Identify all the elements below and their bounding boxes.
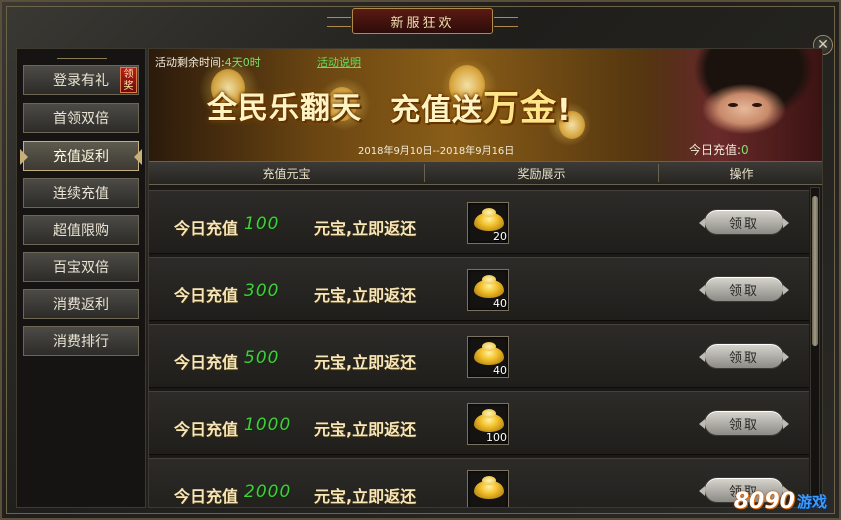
sidebar-item-label: 百宝双倍 (53, 260, 109, 276)
gold-ingot-icon (474, 342, 504, 365)
column-header-action: 操作 (729, 166, 754, 181)
today-recharge: 今日充值:0 (689, 141, 749, 158)
sidebar-ornament (57, 51, 107, 59)
watermark-logo: 8090 (733, 489, 795, 514)
sidebar-item-continuous-recharge[interactable]: 连续充值 (23, 178, 139, 208)
table-row: 今日充值 100 元宝,立即返还 20 领取 (149, 190, 809, 254)
rules-link[interactable]: 活动说明 (317, 54, 361, 70)
reward-quantity: 40 (493, 364, 507, 377)
row-amount: 1000 (244, 415, 292, 435)
row-amount: 2000 (244, 482, 292, 502)
scrollbar-thumb[interactable] (812, 196, 818, 346)
reward-quantity: 40 (493, 297, 507, 310)
sidebar-item-label: 消费排行 (53, 334, 109, 350)
event-sidebar: 登录有礼 领奖 首领双倍 充值返利 连续充值 超值限购 百宝双倍 消费返利 消费… (16, 48, 146, 508)
slogan-b-suffix: ! (557, 93, 572, 128)
countdown-value: 4天0时 (224, 56, 261, 69)
sidebar-item-label: 充值返利 (53, 149, 109, 165)
event-date-range: 2018年9月10日--2018年9月16日 (358, 146, 515, 157)
sidebar-item-label: 超值限购 (53, 223, 109, 239)
sidebar-item-spend-rebate[interactable]: 消费返利 (23, 289, 139, 319)
event-banner: 活动剩余时间: 4天0时 活动说明 全民乐翻天 充值送 万金 ! 2018年9月… (149, 49, 822, 161)
row-label: 今日充值 (174, 353, 239, 372)
slogan-part-b: 充值送 万金 ! (390, 79, 572, 131)
site-watermark: 8090 游戏 (734, 489, 827, 514)
sidebar-item-label: 首领双倍 (53, 111, 109, 127)
window-title: 新服狂欢 (327, 8, 518, 34)
row-label: 今日充值 (174, 420, 239, 439)
sidebar-item-label: 消费返利 (53, 297, 109, 313)
sidebar-item-boss-double[interactable]: 首领双倍 (23, 103, 139, 133)
reward-slot[interactable] (467, 470, 509, 507)
reward-slot[interactable]: 100 (467, 403, 509, 445)
table-row: 今日充值 1000 元宝,立即返还 100 领取 (149, 391, 809, 455)
claim-badge: 领奖 (120, 67, 137, 93)
row-label: 今日充值 (174, 487, 239, 506)
claim-button[interactable]: 领取 (699, 276, 789, 302)
row-desc: 元宝,立即返还 (314, 353, 417, 372)
sidebar-item-treasure-double[interactable]: 百宝双倍 (23, 252, 139, 282)
row-label: 今日充值 (174, 219, 239, 238)
table-row: 今日充值 2000 元宝,立即返还 领取 (149, 458, 809, 507)
sidebar-item-recharge-rebate[interactable]: 充值返利 (20, 141, 142, 171)
list-scrollbar[interactable] (810, 187, 820, 507)
today-recharge-label: 今日充值: (689, 143, 742, 157)
reward-list: 今日充值 100 元宝,立即返还 20 领取 今日充值 300 元宝,立即返还 … (149, 186, 809, 507)
sidebar-item-label: 连续充值 (53, 186, 109, 202)
sidebar-item-label: 登录有礼 (53, 73, 109, 89)
row-label: 今日充值 (174, 286, 239, 305)
claim-button[interactable]: 领取 (699, 209, 789, 235)
gold-ingot-icon (474, 275, 504, 298)
portrait-eye (728, 103, 738, 107)
today-recharge-value: 0 (741, 143, 749, 157)
gold-ingot-icon (474, 409, 504, 432)
column-header-reward: 奖励展示 (517, 166, 566, 181)
sidebar-item-login-gift[interactable]: 登录有礼 领奖 (23, 65, 139, 95)
reward-slot[interactable]: 20 (467, 202, 509, 244)
banner-slogan: 全民乐翻天 充值送 万金 ! (207, 83, 572, 129)
table-row: 今日充值 300 元宝,立即返还 40 领取 (149, 257, 809, 321)
sidebar-item-spend-ranking[interactable]: 消费排行 (23, 326, 139, 356)
row-desc: 元宝,立即返还 (314, 219, 417, 238)
slogan-b-big: 万金 (483, 88, 558, 129)
gold-ingot-icon (474, 476, 504, 499)
watermark-text: 游戏 (796, 493, 827, 511)
row-desc: 元宝,立即返还 (314, 487, 417, 506)
reward-quantity: 20 (493, 230, 507, 243)
row-desc: 元宝,立即返还 (314, 286, 417, 305)
row-desc: 元宝,立即返还 (314, 420, 417, 439)
table-row: 今日充值 500 元宝,立即返还 40 领取 (149, 324, 809, 388)
main-panel: 活动剩余时间: 4天0时 活动说明 全民乐翻天 充值送 万金 ! 2018年9月… (148, 48, 823, 508)
slogan-b-prefix: 充值送 (390, 93, 483, 128)
reward-slot[interactable]: 40 (467, 269, 509, 311)
reward-quantity: 100 (486, 431, 507, 444)
gold-ingot-icon (474, 208, 504, 231)
table-header: 充值元宝 奖励展示 操作 (149, 161, 822, 185)
countdown: 活动剩余时间: 4天0时 (155, 54, 261, 70)
claim-button[interactable]: 领取 (699, 343, 789, 369)
column-header-recharge: 充值元宝 (262, 166, 311, 181)
claim-button[interactable]: 领取 (699, 410, 789, 436)
sidebar-item-limited-purchase[interactable]: 超值限购 (23, 215, 139, 245)
slogan-part-a: 全民乐翻天 (207, 91, 362, 126)
row-amount: 100 (244, 214, 280, 234)
row-amount: 300 (244, 281, 280, 301)
row-amount: 500 (244, 348, 280, 368)
event-window: 新服狂欢 ✕ 登录有礼 领奖 首领双倍 充值返利 连续充值 超值限购 百宝双倍 … (0, 0, 841, 520)
countdown-label: 活动剩余时间: (155, 56, 225, 69)
portrait-eye (752, 103, 762, 107)
reward-slot[interactable]: 40 (467, 336, 509, 378)
